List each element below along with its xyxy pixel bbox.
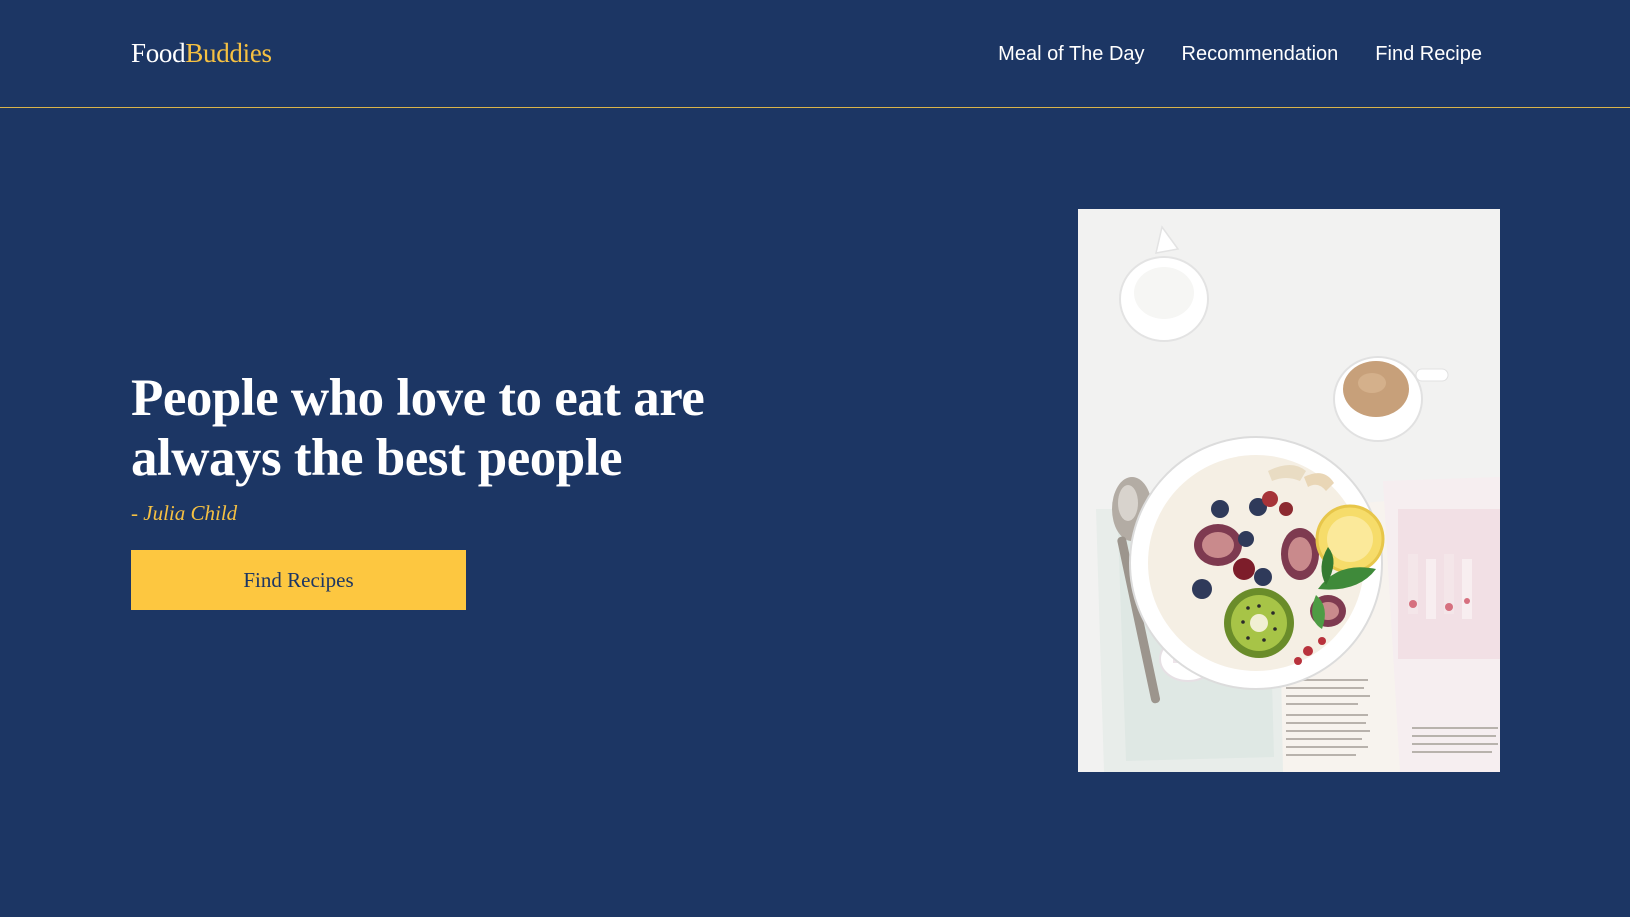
nav-find-recipe[interactable]: Find Recipe xyxy=(1375,40,1482,68)
quote-author: - Julia Child xyxy=(131,501,238,525)
nav-recommendation[interactable]: Recommendation xyxy=(1182,40,1339,68)
nav-links: Meal of The Day Recommendation Find Reci… xyxy=(998,40,1482,68)
hero-headline: People who love to eat are always the bes… xyxy=(131,368,781,488)
find-recipes-button[interactable]: Find Recipes xyxy=(131,550,466,610)
hero-text: People who love to eat are always the bes… xyxy=(131,368,781,526)
logo-buddies: Buddies xyxy=(185,38,272,68)
headline-line-2: always the best people xyxy=(131,429,623,487)
breakfast-bowl-illustration xyxy=(1078,209,1500,772)
navbar: FoodBuddies Meal of The Day Recommendati… xyxy=(0,0,1630,108)
hero-image xyxy=(1078,209,1500,772)
nav-meal-of-the-day[interactable]: Meal of The Day xyxy=(998,40,1144,68)
logo[interactable]: FoodBuddies xyxy=(131,36,272,70)
logo-food: Food xyxy=(131,38,186,68)
headline-line-1: People who love to eat are xyxy=(131,369,705,427)
